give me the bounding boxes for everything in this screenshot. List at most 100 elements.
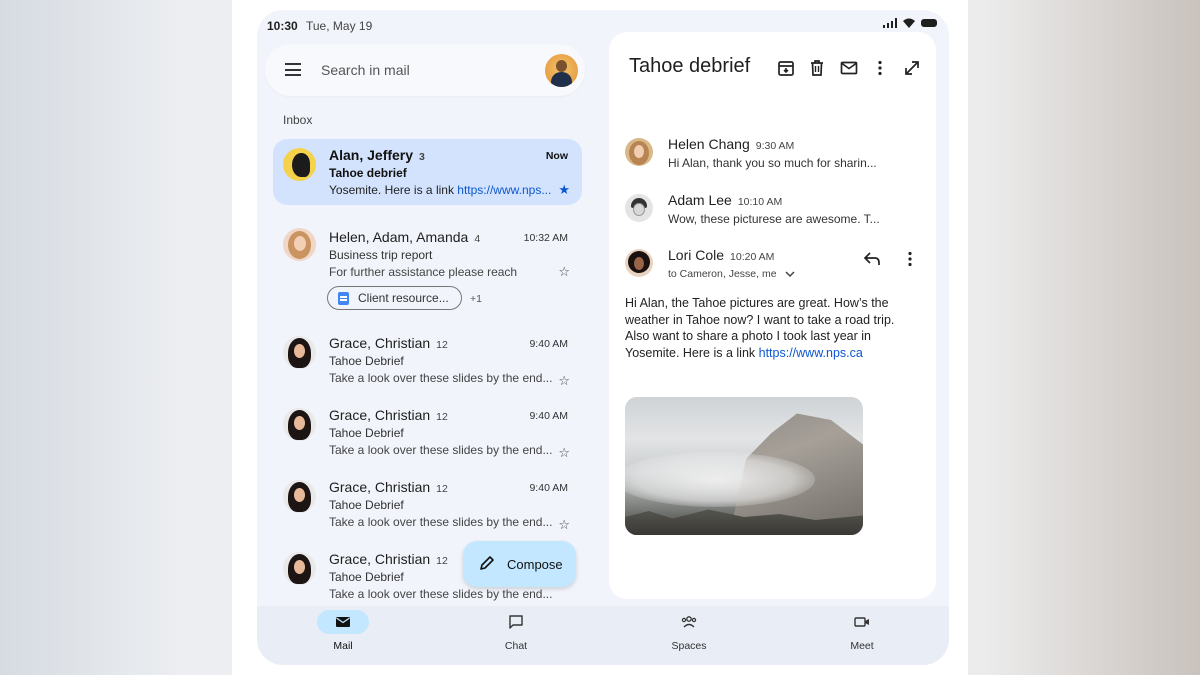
star-icon[interactable]: ☆ [558,517,570,533]
status-date: Tue, May 19 [306,19,373,33]
email-time: 9:40 AM [529,410,568,422]
email-item[interactable]: Grace, Christian 12 9:40 AM Tahoe Debrief… [273,470,582,536]
mark-unread-icon[interactable] [840,59,858,77]
message-time: 9:30 AM [755,140,795,152]
account-avatar[interactable] [545,54,578,87]
message-from: Adam Lee 10:10 AM [668,192,783,208]
pencil-icon [480,556,494,570]
sender-avatar [625,138,653,166]
message-from: Lori Cole 10:20 AM [668,247,775,263]
wifi-icon [903,18,915,28]
email-snippet: Yosemite. Here is a link https://www.nps… [329,183,552,197]
email-subject: Tahoe Debrief [329,426,404,440]
attachment-chip[interactable]: Client resource... [327,286,462,310]
thread-count: 12 [436,339,448,351]
document-icon [338,292,349,305]
thread-message[interactable]: Helen Chang 9:30 AM Hi Alan, thank you so… [625,136,925,176]
menu-icon[interactable] [285,63,301,76]
star-icon[interactable]: ☆ [558,373,570,389]
email-from: Grace, Christian 12 [329,479,448,495]
chat-icon [509,615,523,629]
mail-icon [336,617,350,627]
email-item[interactable]: Helen, Adam, Amanda 4 10:32 AM Business t… [273,218,582,313]
attachment-name: Client resource... [358,291,449,305]
battery-icon [921,19,937,27]
email-subject: Business trip report [329,248,433,262]
message-body: Hi Alan, the Tahoe pictures are great. H… [625,296,895,360]
search-input[interactable]: Search in mail [321,62,410,78]
email-subject: Tahoe Debrief [329,570,404,584]
email-time: 9:40 AM [529,482,568,494]
sender-avatar [283,408,316,441]
email-from: Grace, Christian 12 [329,335,448,351]
nav-meet-label: Meet [850,640,874,652]
email-from: Grace, Christian 12 [329,551,448,567]
attached-photo[interactable] [625,397,863,535]
thread-count: 12 [436,555,448,567]
email-snippet: Take a look over these slides by the end… [329,515,553,529]
sender-avatar [283,552,316,585]
nav-chat[interactable]: Chat [476,606,556,652]
spaces-icon [681,616,697,628]
star-icon[interactable]: ☆ [558,445,570,461]
status-icons [882,18,937,28]
nav-spaces[interactable]: Spaces [649,606,729,652]
sender-avatar [283,480,316,513]
sender-avatar [625,194,653,222]
more-vert-icon[interactable] [905,251,915,267]
email-subject: Tahoe debrief [329,166,407,180]
message-from: Helen Chang 9:30 AM [668,136,795,152]
message-recipients[interactable]: to Cameron, Jesse, me [668,268,795,280]
attachment-more: +1 [470,293,482,305]
thread-title: Tahoe debrief [629,55,751,77]
email-item[interactable]: Grace, Christian 12 9:40 AM Tahoe Debrief… [273,398,582,464]
expand-icon[interactable] [903,59,921,77]
compose-label: Compose [507,557,563,572]
nav-chat-label: Chat [504,640,528,652]
star-icon[interactable]: ★ [558,182,570,198]
message-snippet: Hi Alan, thank you so much for sharin... [668,156,877,170]
device-screen: 10:30 Tue, May 19 Search in mail Inbox A… [257,10,949,665]
message-time: 10:20 AM [730,251,775,263]
email-from: Helen, Adam, Amanda 4 [329,229,481,245]
message-link[interactable]: https://www.nps.ca [759,346,863,360]
email-subject: Tahoe Debrief [329,354,404,368]
email-snippet: Take a look over these slides by the end… [329,443,553,457]
search-bar[interactable]: Search in mail [265,44,585,96]
email-detail-pane: Tahoe debrief Helen Chang 9:30 AM Hi Alan… [609,32,936,599]
email-link[interactable]: https://www.nps... [457,183,551,197]
thread-count: 12 [436,411,448,423]
more-vert-icon[interactable] [871,59,889,77]
email-from: Alan, Jeffery 3 [329,147,425,163]
sender-avatar [625,249,653,277]
sender-avatar [283,148,316,181]
star-icon[interactable]: ☆ [558,264,570,280]
inbox-label: Inbox [283,113,313,127]
delete-icon[interactable] [808,59,826,77]
thread-count: 12 [436,483,448,495]
archive-icon[interactable] [777,59,795,77]
email-from: Grace, Christian 12 [329,407,448,423]
sender-avatar [283,336,316,369]
reply-icon[interactable] [863,251,881,267]
email-item[interactable]: Grace, Christian 12 9:40 AM Tahoe Debrief… [273,326,582,392]
email-item-selected[interactable]: Alan, Jeffery 3 Now Tahoe debrief Yosemit… [273,139,582,205]
nav-meet[interactable]: Meet [822,606,902,652]
nav-mail-label: Mail [333,640,353,652]
thread-message[interactable]: Adam Lee 10:10 AM Wow, these picturese ar… [625,192,925,232]
nav-mail[interactable]: Mail [303,606,383,652]
email-time: 10:32 AM [523,232,568,244]
meet-icon [854,617,869,627]
compose-button[interactable]: Compose [463,541,576,587]
thread-message-expanded: Lori Cole 10:20 AM to Cameron, Jesse, me [625,247,925,287]
sender-avatar [283,228,316,261]
email-snippet: Take a look over these slides by the end… [329,371,553,385]
email-time: Now [545,150,568,162]
bottom-navigation: Mail Chat Spaces Meet [257,606,949,665]
nav-spaces-label: Spaces [671,640,707,652]
thread-count: 3 [419,151,425,163]
email-snippet: For further assistance please reach [329,265,518,279]
status-time: 10:30 [267,19,298,33]
email-time: 9:40 AM [529,338,568,350]
message-time: 10:10 AM [737,196,783,208]
